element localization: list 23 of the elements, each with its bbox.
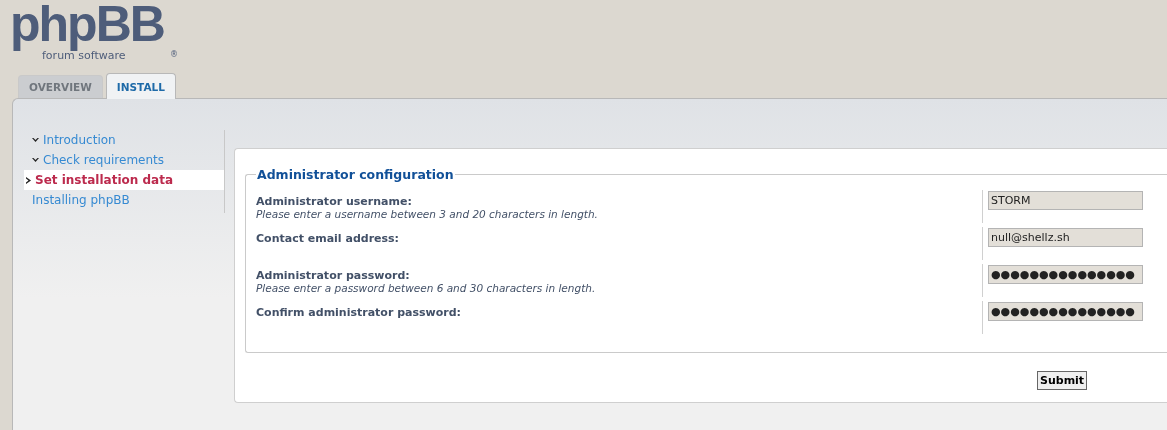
logo-wordmark: phpBB — [10, 0, 164, 52]
input-field[interactable]: ●●●●●●●●●●●●●●● — [988, 302, 1143, 321]
field-hint: Please enter a password between 6 and 30 characters in length. — [256, 282, 597, 294]
field-label: Administrator password: — [256, 269, 411, 282]
input-field[interactable]: null@shellz.sh — [988, 228, 1143, 247]
sidebar-item[interactable]: Set installation data — [24, 170, 224, 190]
field-label: Administrator username: — [256, 195, 413, 208]
fieldset-legend: Administrator configuration — [256, 167, 455, 182]
input-field[interactable]: ●●●●●●●●●●●●●●● — [988, 265, 1143, 284]
sidebar-item[interactable]: Installing phpBB — [24, 190, 224, 210]
sidebar-item[interactable]: Introduction — [24, 130, 224, 150]
submit-button[interactable]: Submit — [1037, 371, 1088, 390]
chevron-down-icon — [32, 137, 39, 143]
field-label: Confirm administrator password: — [256, 306, 462, 319]
field-label: Contact email address: — [256, 232, 401, 245]
logo-tagline: forum software — [42, 50, 126, 62]
sidebar-item[interactable]: Check requirements — [24, 150, 224, 170]
chevron-right-icon — [26, 176, 31, 184]
registered-mark: ® — [170, 50, 178, 59]
input-field[interactable]: STORM — [988, 191, 1143, 210]
chevron-down-icon — [32, 157, 39, 163]
tab[interactable]: INSTALL — [105, 73, 176, 99]
field-hint: Please enter a username between 3 and 20 characters in length. — [256, 208, 599, 220]
